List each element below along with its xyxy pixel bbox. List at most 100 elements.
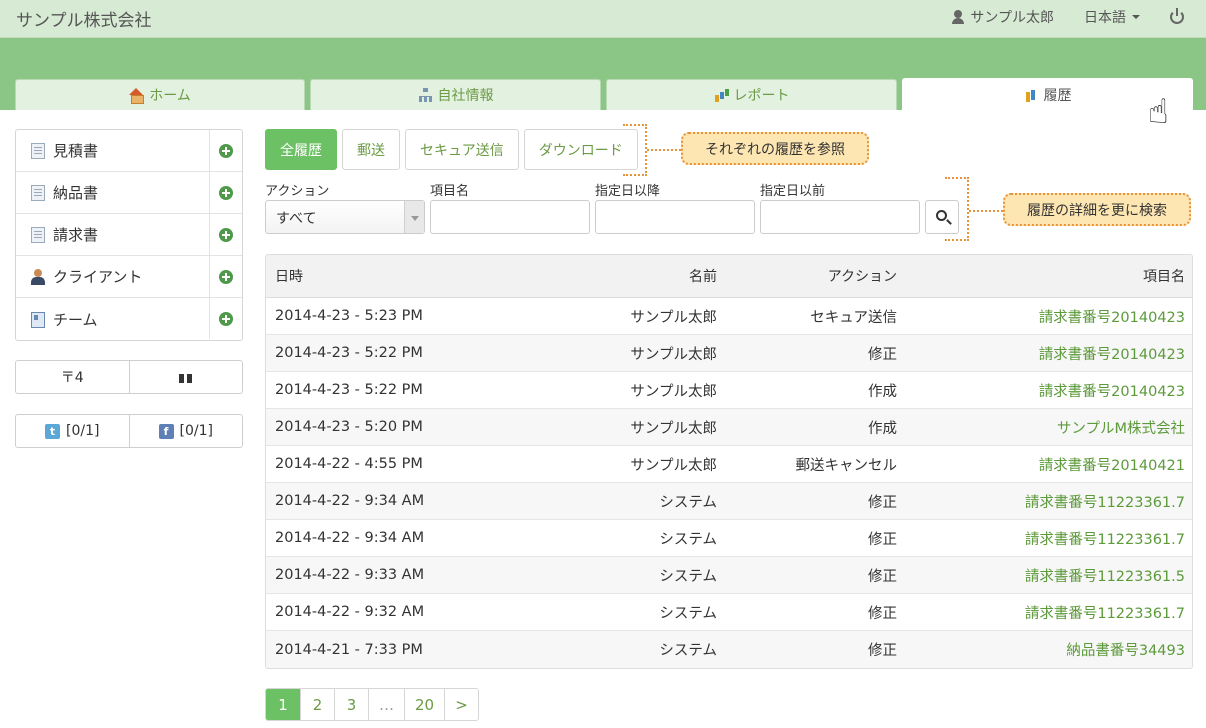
plus-icon xyxy=(219,311,233,326)
search-callout: 履歴の詳細を更に検索 xyxy=(1003,193,1191,226)
column-name[interactable]: 名前 xyxy=(526,266,717,286)
table-row: 2014-4-22 - 9:34 AM システム 修正 請求書番号1122336… xyxy=(266,483,1192,520)
add-invoice-button[interactable] xyxy=(209,214,242,255)
pagination: 1 2 3 … 20 > xyxy=(265,688,480,721)
callout-connector xyxy=(969,210,1003,212)
history-table: 日時 名前 アクション 項目名 2014-4-23 - 5:23 PM サンプル… xyxy=(265,254,1193,669)
cell-name: システム xyxy=(659,494,717,511)
chevron-down-icon xyxy=(404,201,424,233)
cell-name: サンプル太郎 xyxy=(630,309,717,326)
main-tabs: ホーム 自社情報 レポート 履歴 xyxy=(0,78,1206,110)
column-action[interactable]: アクション xyxy=(717,266,897,286)
filter-all-button[interactable]: 全履歴 xyxy=(265,129,337,170)
cell-action: 修正 xyxy=(868,643,897,659)
cell-item-link[interactable]: 請求書番号11223361.5 xyxy=(897,565,1185,586)
page-ellipsis: … xyxy=(368,689,404,720)
postal-count-button[interactable]: 〒4 xyxy=(16,361,129,393)
cell-action: 郵送キャンセル xyxy=(795,457,898,474)
add-team-button[interactable] xyxy=(209,298,242,339)
cell-item-link[interactable]: 請求書番号20140423 xyxy=(897,380,1185,401)
language-label: 日本語 xyxy=(1084,10,1126,26)
twitter-button[interactable]: t [0/1] xyxy=(16,415,129,447)
date-from-label: 指定日以降 xyxy=(595,184,661,199)
callout-bracket xyxy=(945,177,969,241)
cell-name: システム xyxy=(659,643,717,659)
cell-item-link[interactable]: 請求書番号11223361.7 xyxy=(897,491,1185,512)
date-to-input[interactable] xyxy=(760,200,920,234)
tab-report[interactable]: レポート xyxy=(606,79,897,110)
item-name-input[interactable] xyxy=(430,200,590,234)
filter-download-button[interactable]: ダウンロード xyxy=(523,129,638,170)
filter-secure-send-button[interactable]: セキュア送信 xyxy=(405,129,519,170)
table-header: 日時 名前 アクション 項目名 xyxy=(266,255,1192,298)
history-icon xyxy=(1024,88,1039,102)
cell-item-link[interactable]: 請求書番号20140423 xyxy=(897,343,1185,364)
cell-item-link[interactable]: サンプルM株式会社 xyxy=(897,417,1185,438)
filters-callout: それぞれの履歴を参照 xyxy=(681,132,869,165)
org-chart-icon xyxy=(418,88,433,102)
sidebar-item-estimate[interactable]: 見積書 xyxy=(16,130,242,172)
cell-item-link[interactable]: 請求書番号20140421 xyxy=(897,454,1185,475)
cell-item-link[interactable]: 納品書番号34493 xyxy=(897,639,1185,660)
facebook-button[interactable]: f [0/1] xyxy=(128,415,243,447)
column-datetime[interactable]: 日時 xyxy=(266,266,526,286)
invoice-icon xyxy=(31,226,45,243)
cell-datetime: 2014-4-22 - 9:33 AM xyxy=(275,567,425,583)
next-page-button[interactable]: > xyxy=(444,689,479,720)
callout-connector xyxy=(647,149,681,151)
cell-name: サンプル太郎 xyxy=(630,420,717,437)
plus-icon xyxy=(219,143,233,158)
id-card-icon xyxy=(31,312,45,328)
plus-icon xyxy=(219,185,233,200)
brand-name[interactable]: サンプル株式会社 xyxy=(16,6,152,31)
page-2-button[interactable]: 2 xyxy=(300,689,334,720)
cell-datetime: 2014-4-23 - 5:23 PM xyxy=(275,308,423,324)
cell-item-link[interactable]: 請求書番号20140423 xyxy=(897,306,1185,327)
cell-datetime: 2014-4-23 - 5:22 PM xyxy=(275,345,423,361)
sidebar-item-label: 見積書 xyxy=(53,142,99,160)
add-client-button[interactable] xyxy=(209,256,242,297)
table-row: 2014-4-21 - 7:33 PM システム 修正 納品書番号34493 xyxy=(266,631,1192,668)
page-3-button[interactable]: 3 xyxy=(334,689,368,720)
add-estimate-button[interactable] xyxy=(209,130,242,171)
sidebar-item-invoice[interactable]: 請求書 xyxy=(16,214,242,256)
sidebar-item-label: クライアント xyxy=(53,268,143,286)
cell-name: システム xyxy=(659,568,717,585)
tab-home[interactable]: ホーム xyxy=(15,79,305,110)
social-group: t [0/1] f [0/1] xyxy=(15,414,243,448)
user-menu[interactable]: サンプル太郎 xyxy=(951,7,1054,27)
cell-action: 修正 xyxy=(868,531,897,548)
add-delivery-button[interactable] xyxy=(209,172,242,213)
page-20-button[interactable]: 20 xyxy=(404,689,445,720)
cell-name: システム xyxy=(659,531,717,548)
gift-button[interactable] xyxy=(128,361,243,393)
sidebar-item-team[interactable]: チーム xyxy=(16,298,242,340)
gift-icon xyxy=(179,371,193,383)
action-select[interactable]: すべて xyxy=(265,200,425,234)
tab-company-info[interactable]: 自社情報 xyxy=(310,79,601,110)
language-dropdown[interactable]: 日本語 xyxy=(1084,7,1140,27)
chevron-down-icon xyxy=(1132,15,1140,19)
power-icon[interactable] xyxy=(1170,8,1184,24)
twitter-icon: t xyxy=(45,423,61,439)
date-from-input[interactable] xyxy=(595,200,755,234)
cell-item-link[interactable]: 請求書番号11223361.7 xyxy=(897,602,1185,623)
facebook-icon: f xyxy=(158,423,174,439)
table-row: 2014-4-23 - 5:23 PM サンプル太郎 セキュア送信 請求書番号2… xyxy=(266,298,1192,335)
table-row: 2014-4-23 - 5:22 PM サンプル太郎 作成 請求書番号20140… xyxy=(266,372,1192,409)
page-1-button[interactable]: 1 xyxy=(266,689,300,720)
cell-datetime: 2014-4-22 - 9:32 AM xyxy=(275,604,425,620)
column-item-name[interactable]: 項目名 xyxy=(897,266,1185,286)
top-nav: サンプル太郎 日本語 xyxy=(951,0,1206,34)
filter-mail-button[interactable]: 郵送 xyxy=(342,129,400,170)
date-to-label: 指定日以前 xyxy=(760,184,826,199)
cell-item-link[interactable]: 請求書番号11223361.7 xyxy=(897,528,1185,549)
cell-action: 修正 xyxy=(868,346,897,363)
sidebar-item-delivery[interactable]: 納品書 xyxy=(16,172,242,214)
table-row: 2014-4-22 - 9:32 AM システム 修正 請求書番号1122336… xyxy=(266,594,1192,631)
document-icon xyxy=(31,184,45,201)
sidebar-item-client[interactable]: クライアント xyxy=(16,256,242,298)
cell-action: 作成 xyxy=(868,420,897,437)
action-label: アクション xyxy=(265,184,330,199)
sidebar-item-label: 納品書 xyxy=(53,184,99,202)
